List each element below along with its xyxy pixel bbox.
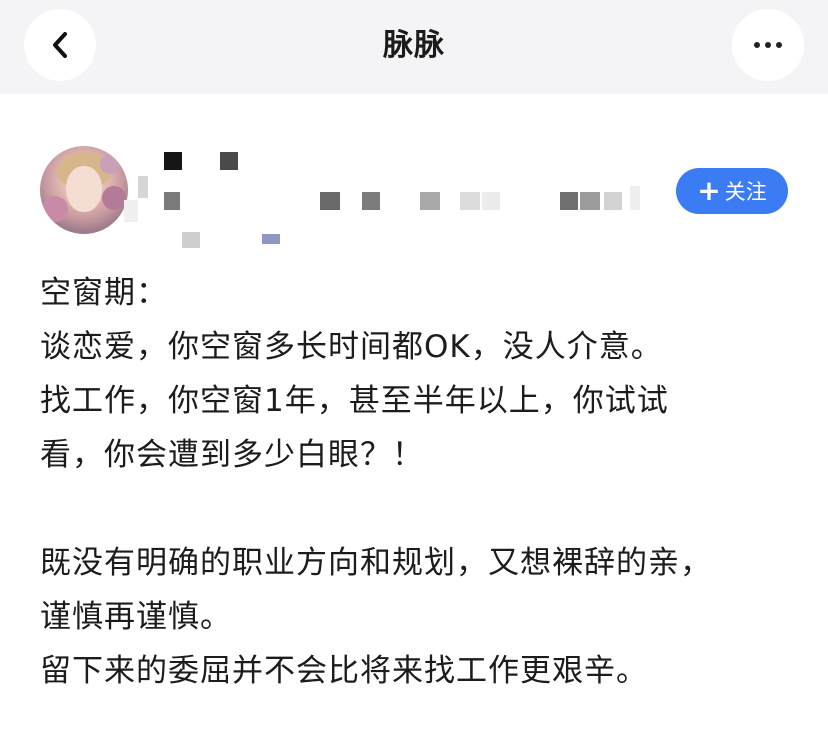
post-line: 谨慎再谨慎。	[40, 599, 232, 635]
avatar[interactable]	[40, 146, 128, 234]
top-nav-bar: 脉脉	[0, 0, 828, 94]
follow-button[interactable]: + 关注	[676, 168, 788, 214]
author-row: + 关注	[0, 94, 828, 254]
post-line: 既没有明确的职业方向和规划，又想裸辞的亲，	[40, 545, 712, 581]
post-body: 空窗期： 谈恋爱，你空窗多长时间都OK，没人介意。 找工作，你空窗1年，甚至半年…	[40, 266, 800, 698]
more-button[interactable]	[732, 9, 804, 81]
post-line: 找工作，你空窗1年，甚至半年以上，你试试	[40, 383, 669, 419]
post-line: 谈恋爱，你空窗多长时间都OK，没人介意。	[40, 329, 663, 365]
post-line: 留下来的委屈并不会比将来找工作更艰辛。	[40, 653, 648, 689]
post-line: 空窗期：	[40, 275, 168, 311]
page-title: 脉脉	[383, 28, 445, 63]
follow-label: 关注	[724, 180, 767, 204]
plus-icon: +	[697, 174, 721, 207]
more-dots-icon	[754, 42, 782, 48]
post-line-blank	[40, 482, 800, 536]
post-line: 看，你会遭到多少白眼？！	[40, 437, 424, 473]
